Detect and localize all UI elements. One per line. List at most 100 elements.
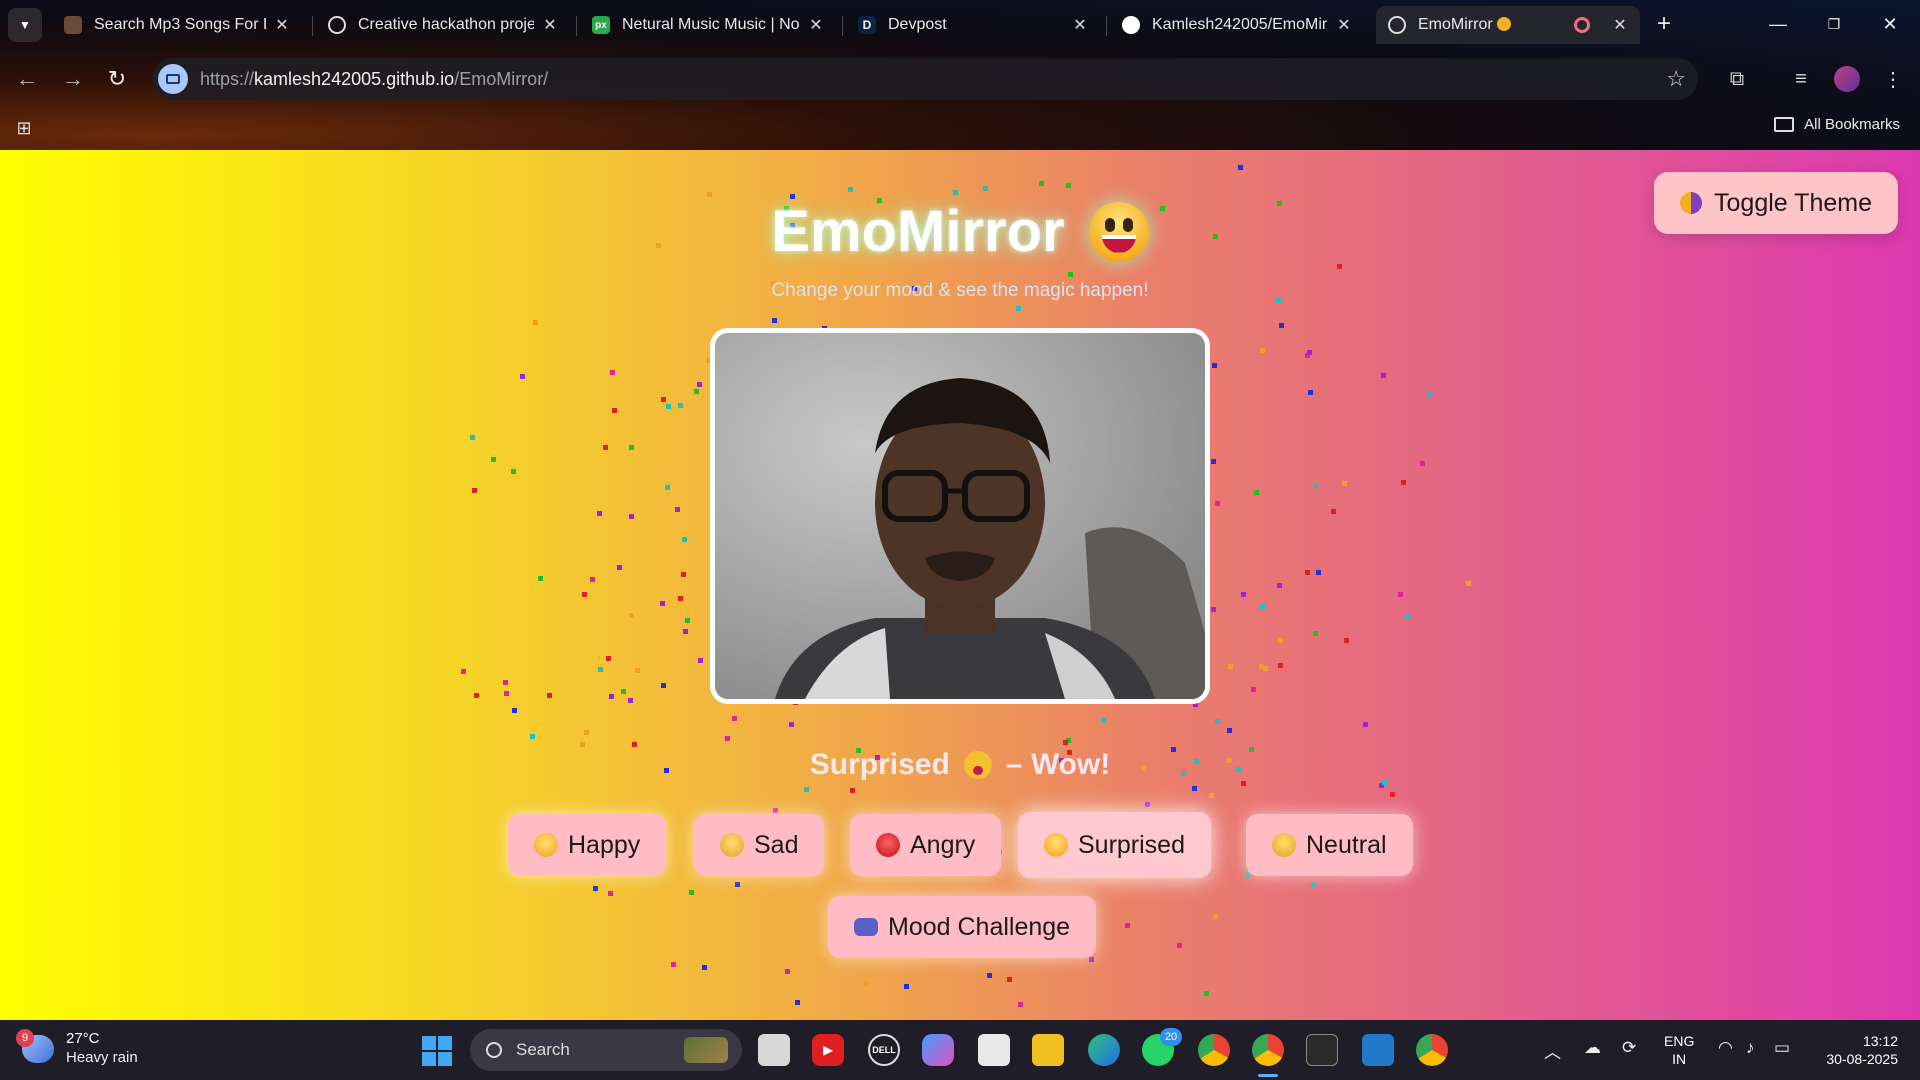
bookmark-star-icon[interactable]: ☆ — [1666, 66, 1686, 92]
confetti-particle — [685, 618, 691, 624]
bookmarks-bar: ⊞ All Bookmarks — [0, 108, 1920, 148]
confetti-particle — [1063, 740, 1069, 746]
confetti-particle — [678, 402, 684, 408]
volume-icon[interactable]: ♪ — [1746, 1038, 1755, 1058]
close-icon[interactable]: ✕ — [1072, 15, 1088, 35]
confetti-particle — [670, 962, 676, 968]
confetti-particle — [1227, 664, 1233, 670]
tab-github[interactable]: Kamlesh242005/EmoMirro ✕ — [1110, 6, 1364, 44]
start-button[interactable] — [422, 1036, 452, 1066]
restore-button[interactable]: ❐ — [1812, 8, 1856, 40]
youtube-icon[interactable]: ▶ — [812, 1034, 844, 1066]
confetti-particle — [597, 510, 603, 516]
confetti-particle — [1466, 581, 1472, 587]
confetti-particle — [707, 192, 713, 198]
confetti-particle — [1381, 372, 1387, 378]
confetti-particle — [732, 716, 738, 722]
apps-grid-icon[interactable]: ⊞ — [12, 116, 36, 140]
tab-hackathon[interactable]: Creative hackathon project ✕ — [316, 6, 570, 44]
header: EmoMirror — [0, 198, 1920, 265]
folder-icon — [1774, 117, 1795, 132]
tab-devpost[interactable]: D Devpost ✕ — [846, 6, 1100, 44]
confetti-particle — [1259, 347, 1265, 353]
tab-pixabay-music[interactable]: px Netural Music Music | No C ✕ — [580, 6, 836, 44]
address-bar[interactable]: https://kamlesh242005.github.io/EmoMirro… — [152, 58, 1698, 100]
file-explorer-icon[interactable] — [1032, 1034, 1064, 1066]
forward-button[interactable]: → — [56, 62, 90, 96]
tab-mp3-songs[interactable]: Search Mp3 Songs For Dow ✕ — [52, 6, 302, 44]
taskbar-search[interactable]: Search — [470, 1029, 742, 1071]
confetti-particle — [1038, 181, 1044, 187]
chrome-profile-icon[interactable] — [1252, 1034, 1284, 1066]
wifi-icon[interactable]: ◠ — [1718, 1038, 1733, 1058]
confetti-particle — [661, 397, 667, 403]
close-icon[interactable]: ✕ — [542, 15, 558, 35]
whatsapp-badge: 20 — [1160, 1028, 1182, 1046]
mood-button-angry[interactable]: Angry — [850, 814, 1002, 876]
confetti-particle — [1238, 164, 1244, 170]
edge-icon[interactable] — [1088, 1034, 1120, 1066]
confetti-particle — [665, 485, 671, 491]
weather-widget[interactable]: 9 27°C Heavy rain — [16, 1029, 138, 1068]
microsoft-store-icon[interactable] — [978, 1034, 1010, 1066]
chrome-icon[interactable] — [1198, 1034, 1230, 1066]
weather-condition: Heavy rain — [66, 1049, 138, 1066]
language-indicator[interactable]: ENG IN — [1664, 1032, 1694, 1068]
menu-icon[interactable]: ⋮ — [1878, 64, 1908, 94]
close-icon[interactable]: ✕ — [1336, 15, 1352, 35]
back-button[interactable]: ← — [10, 62, 44, 96]
confetti-particle — [953, 189, 959, 195]
confetti-particle — [1018, 1002, 1024, 1008]
music-avatar-icon — [64, 16, 82, 34]
extensions-icon[interactable]: ⧉ — [1722, 64, 1752, 94]
media-control-icon[interactable]: ≡ — [1786, 64, 1816, 94]
profile-avatar[interactable] — [1834, 66, 1860, 92]
mood-button-neutral[interactable]: Neutral — [1246, 814, 1413, 876]
tab-title: Search Mp3 Songs For Dow — [94, 16, 266, 33]
github-icon — [1122, 16, 1140, 34]
mood-button-happy[interactable]: Happy — [508, 814, 667, 876]
site-info-icon[interactable] — [158, 64, 188, 94]
mood-button-label: Angry — [910, 830, 976, 859]
confetti-particle — [1258, 663, 1264, 669]
confetti-particle — [849, 787, 855, 793]
show-hidden-icons[interactable]: ︿ — [1544, 1038, 1561, 1063]
all-bookmarks-button[interactable]: All Bookmarks — [1774, 116, 1900, 133]
language-code: ENG — [1664, 1033, 1695, 1049]
confetti-particle — [1307, 390, 1313, 396]
time: 13:12 — [1862, 1033, 1898, 1049]
sync-icon[interactable]: ⟳ — [1622, 1038, 1636, 1058]
chrome-profile-k-icon[interactable] — [1416, 1034, 1448, 1066]
mood-button-sad[interactable]: Sad — [694, 814, 825, 876]
confetti-particle — [1276, 583, 1282, 589]
window-close-button[interactable]: ✕ — [1868, 8, 1912, 40]
search-highlight-image — [684, 1037, 728, 1063]
minimize-button[interactable]: — — [1756, 8, 1800, 40]
tab-emomirror[interactable]: EmoMirror ✕ — [1376, 6, 1640, 44]
confetti-particle — [681, 572, 687, 578]
mood-button-label: Surprised — [1078, 830, 1185, 859]
close-icon[interactable]: ✕ — [1612, 15, 1628, 35]
new-tab-button[interactable]: + — [1650, 10, 1678, 38]
battery-icon[interactable]: ▭ — [1774, 1038, 1790, 1058]
onedrive-icon[interactable]: ☁ — [1584, 1038, 1601, 1058]
temperature: 27°C — [66, 1030, 100, 1047]
confetti-particle — [702, 965, 708, 971]
vscode-icon[interactable] — [1362, 1034, 1394, 1066]
task-view-icon[interactable] — [758, 1034, 790, 1066]
copilot-icon[interactable] — [922, 1034, 954, 1066]
confetti-particle — [1278, 662, 1284, 668]
terminal-icon[interactable] — [1306, 1034, 1338, 1066]
mood-challenge-button[interactable]: Mood Challenge — [828, 896, 1097, 958]
tab-search-button[interactable]: ▼ — [8, 8, 42, 42]
mood-button-surprised[interactable]: Surprised — [1018, 812, 1211, 878]
close-icon[interactable]: ✕ — [274, 15, 290, 35]
confetti-particle — [771, 317, 777, 323]
dell-icon[interactable]: DELL — [868, 1034, 900, 1066]
clock[interactable]: 13:12 30-08-2025 — [1818, 1032, 1898, 1068]
reload-button[interactable]: ↻ — [100, 62, 134, 96]
confetti-particle — [1263, 666, 1269, 672]
close-icon[interactable]: ✕ — [808, 15, 824, 35]
subtitle: Change your mood & see the magic happen! — [771, 280, 1149, 301]
mood-challenge-label: Mood Challenge — [888, 912, 1071, 941]
